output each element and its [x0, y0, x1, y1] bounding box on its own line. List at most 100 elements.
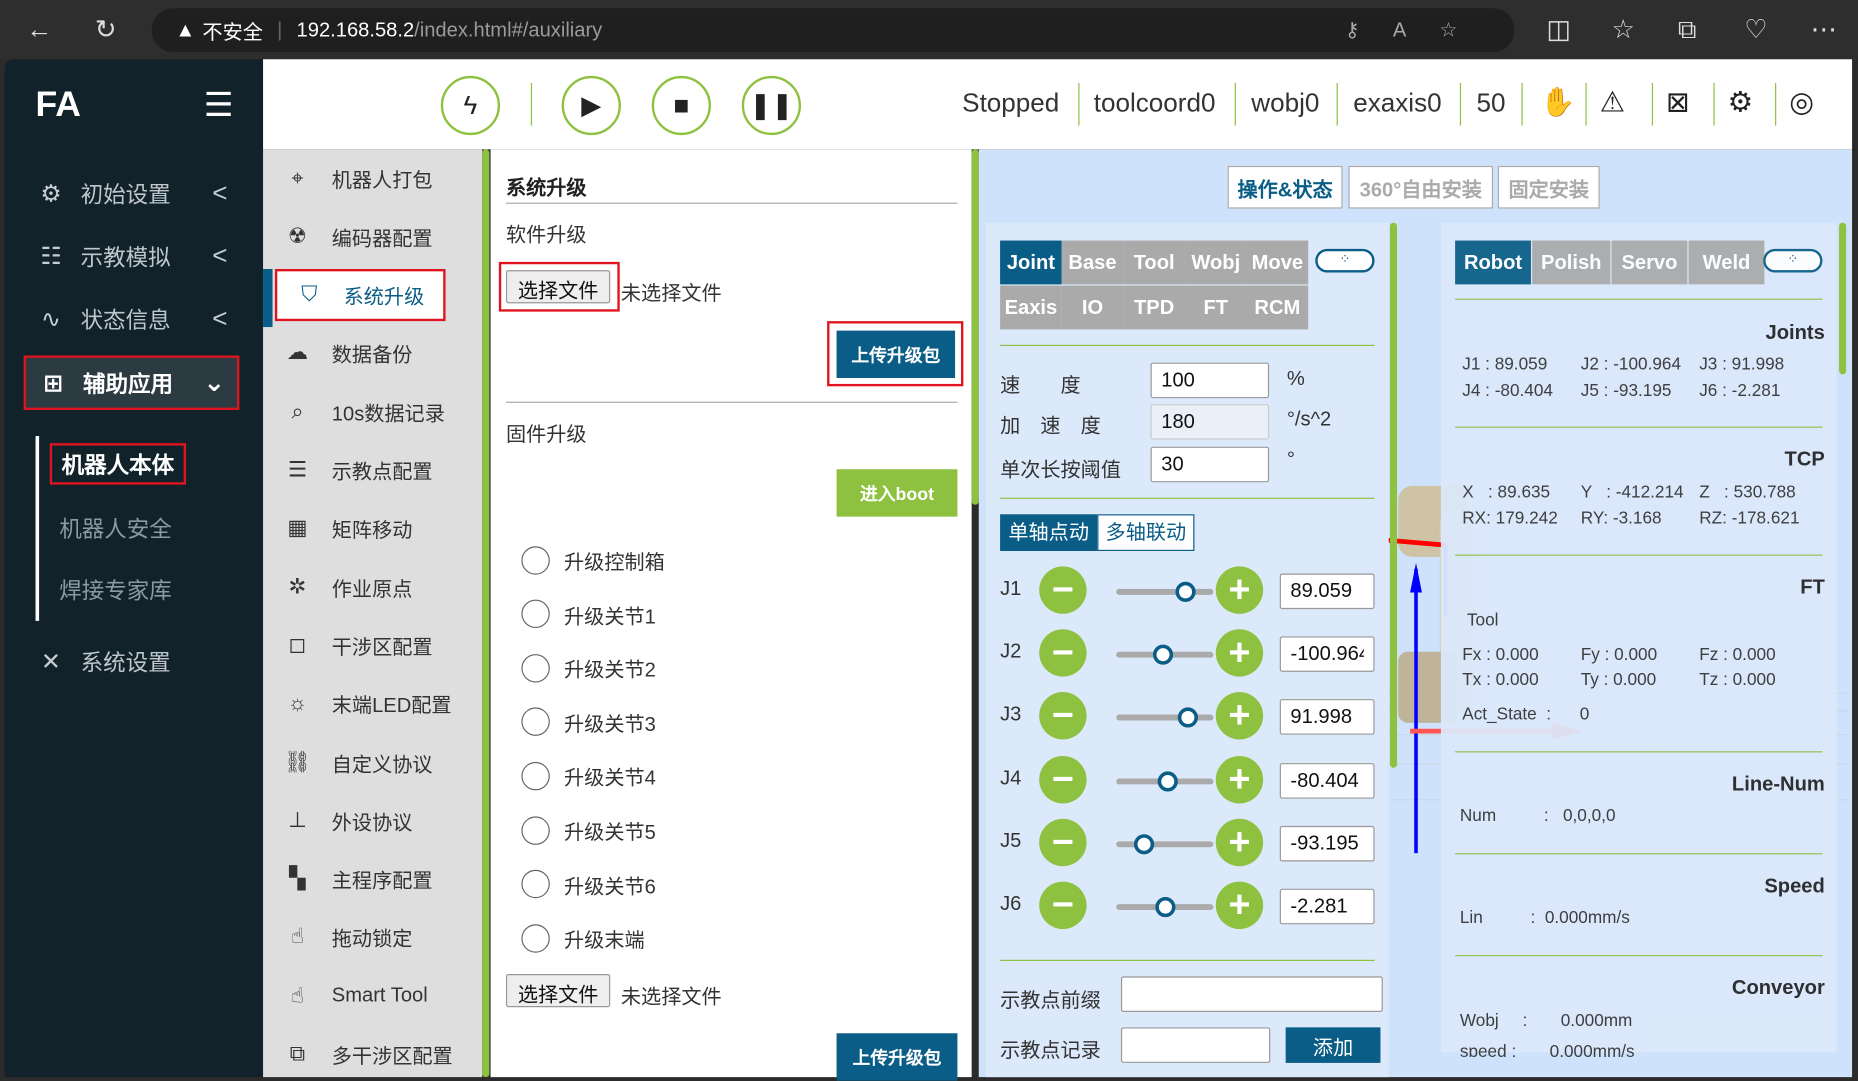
tab-fixed-install[interactable]: 固定安装	[1497, 165, 1600, 209]
joint-plus-button[interactable]: +	[1215, 755, 1264, 803]
address-actions-icon[interactable]: ⚷A☆	[1345, 18, 1491, 42]
joint-plus-button[interactable]: +	[1215, 881, 1264, 930]
firmware-option-radio[interactable]: 升级关节1	[521, 599, 656, 629]
info-expand-button[interactable]: ⁘	[1763, 248, 1823, 273]
reload-icon[interactable]: ↻	[95, 14, 117, 45]
address-bar[interactable]: ▲ 不安全 | 192.168.58.2/index.html#/auxilia…	[151, 8, 1515, 53]
joint-minus-button[interactable]: −	[1039, 755, 1087, 803]
info-tab-servo[interactable]: Servo	[1611, 240, 1688, 285]
drag-lock-icon[interactable]: ⊠	[1666, 85, 1690, 119]
tab-operation-status[interactable]: 操作&状态	[1227, 165, 1343, 209]
submenu-item[interactable]: ⌕ 10s数据记录	[263, 385, 482, 437]
joint-minus-button[interactable]: −	[1039, 818, 1087, 866]
control-scrollbar[interactable]	[1389, 222, 1398, 768]
submenu-item[interactable]: ⧉ 多干涉区配置	[263, 1028, 482, 1080]
joint-plus-button[interactable]: +	[1215, 818, 1264, 866]
sidebar-item-status-info[interactable]: ∿ 状态信息 <	[21, 291, 241, 346]
jog-tab-ft[interactable]: FT	[1184, 285, 1247, 330]
submenu-item[interactable]: ▦ 矩阵移动	[263, 502, 482, 554]
back-icon[interactable]: ←	[26, 14, 52, 45]
upload-package-button[interactable]: 上传升级包	[836, 330, 956, 378]
single-axis-mode-tab[interactable]: 单轴点动	[1000, 514, 1098, 552]
add-point-button[interactable]: 添加	[1285, 1027, 1381, 1063]
subitem-welding-library[interactable]: 焊接专家库	[59, 574, 172, 606]
speed-input[interactable]	[1150, 362, 1270, 399]
info-tab-polish[interactable]: Polish	[1532, 240, 1611, 285]
sidebar-item-initial-settings[interactable]: ⚙ 初始设置 <	[21, 166, 241, 221]
jog-tab-base[interactable]: Base	[1061, 240, 1124, 285]
stop-button[interactable]: ■	[651, 75, 711, 136]
info-tab-robot[interactable]: Robot	[1455, 240, 1531, 285]
submenu-item[interactable]: ⛓ 自定义协议	[263, 736, 482, 788]
jog-tab-tool[interactable]: Tool	[1123, 240, 1185, 285]
menu-icon[interactable]: ☰	[204, 85, 234, 124]
wobj-coord[interactable]: wobj0	[1251, 88, 1319, 119]
firmware-option-radio[interactable]: 升级关节6	[521, 869, 656, 899]
joint-plus-button[interactable]: +	[1215, 566, 1264, 614]
submenu-item[interactable]: ☰ 示教点配置	[263, 444, 482, 496]
joint-slider-thumb[interactable]	[1157, 770, 1178, 792]
joint-slider[interactable]	[1116, 581, 1214, 602]
more-icon[interactable]: ⋯	[1811, 14, 1837, 45]
threshold-input[interactable]	[1150, 446, 1270, 483]
submenu-item[interactable]: ☝ 拖动锁定	[263, 911, 482, 963]
submenu-item[interactable]: ⌖ 机器人打包	[263, 152, 482, 204]
joint-slider[interactable]	[1116, 644, 1214, 665]
joint-minus-button[interactable]: −	[1039, 881, 1087, 930]
jog-tab-joint[interactable]: Joint	[1000, 240, 1062, 285]
health-icon[interactable]: ♡	[1744, 14, 1767, 45]
enter-boot-button[interactable]: 进入boot	[836, 469, 958, 517]
joint-slider-thumb[interactable]	[1175, 581, 1196, 602]
joint-plus-button[interactable]: +	[1215, 629, 1264, 677]
joint-slider[interactable]	[1116, 707, 1214, 729]
submenu-item[interactable]: ☝ Smart Tool	[263, 970, 482, 1022]
joint-value-input[interactable]	[1279, 762, 1375, 799]
sidebar-item-system-settings[interactable]: ✕ 系统设置	[21, 634, 241, 689]
favorites-icon[interactable]: ☆	[1612, 14, 1635, 45]
point-record-input[interactable]	[1120, 1027, 1271, 1063]
submenu-item[interactable]: ⊥ 外设协议	[263, 794, 482, 846]
joint-slider-thumb[interactable]	[1153, 644, 1174, 665]
jog-tab-eaxis[interactable]: Eaxis	[1000, 285, 1062, 330]
play-button[interactable]: ▶	[561, 75, 621, 136]
joint-plus-button[interactable]: +	[1215, 692, 1264, 740]
submenu-item[interactable]: ◻ 干涉区配置	[263, 619, 482, 671]
firmware-option-radio[interactable]: 升级关节5	[521, 815, 656, 845]
submenu-item[interactable]: ☁ 数据备份	[263, 327, 482, 379]
submenu-item[interactable]: ✲ 作业原点	[263, 561, 482, 613]
jog-tab-tpd[interactable]: TPD	[1123, 285, 1185, 330]
subitem-robot-safety[interactable]: 机器人安全	[59, 512, 172, 544]
jog-tab-move[interactable]: Move	[1246, 240, 1309, 285]
warning-icon[interactable]: ⚠	[1600, 85, 1625, 119]
joint-value-input[interactable]	[1279, 636, 1375, 673]
joint-value-input[interactable]	[1279, 573, 1375, 610]
expand-tabs-button[interactable]: ⁘	[1315, 248, 1375, 273]
firmware-option-radio[interactable]: 升级控制箱	[521, 545, 665, 575]
joint-slider-thumb[interactable]	[1177, 707, 1198, 729]
joint-value-input[interactable]	[1279, 888, 1375, 925]
info-tab-weld[interactable]: Weld	[1688, 240, 1765, 285]
joint-value-input[interactable]	[1279, 699, 1375, 736]
subitem-robot-body[interactable]: 机器人本体	[49, 443, 187, 485]
submenu-item[interactable]: ☼ 末端LED配置	[263, 677, 482, 729]
tool-coord[interactable]: toolcoord0	[1094, 88, 1216, 119]
firmware-upload-button[interactable]: 上传升级包	[836, 1033, 958, 1081]
split-view-icon[interactable]: ◫	[1546, 14, 1571, 45]
jog-tab-io[interactable]: IO	[1061, 285, 1124, 330]
info-scrollbar[interactable]	[1839, 222, 1847, 375]
pause-button[interactable]: ❚❚	[741, 75, 802, 136]
submenu-item[interactable]: ▚ 主程序配置	[263, 853, 482, 905]
collections-icon[interactable]: ⧉	[1678, 14, 1697, 45]
joint-slider-thumb[interactable]	[1155, 897, 1176, 918]
joint-value-input[interactable]	[1279, 825, 1375, 862]
hand-icon[interactable]: ✋	[1540, 85, 1575, 119]
tab-360-install[interactable]: 360°自由安装	[1348, 165, 1494, 209]
multi-axis-mode-tab[interactable]: 多轴联动	[1097, 514, 1195, 552]
choose-file-button[interactable]: 选择文件	[505, 270, 611, 304]
submenu-scrollbar[interactable]	[482, 149, 490, 1078]
enable-button[interactable]: ϟ	[440, 75, 501, 136]
joint-minus-button[interactable]: −	[1039, 566, 1087, 614]
joint-minus-button[interactable]: −	[1039, 692, 1087, 740]
sidebar-item-aux-apps[interactable]: ⊞ 辅助应用 ⌄	[23, 355, 240, 410]
joint-slider[interactable]	[1116, 770, 1214, 792]
